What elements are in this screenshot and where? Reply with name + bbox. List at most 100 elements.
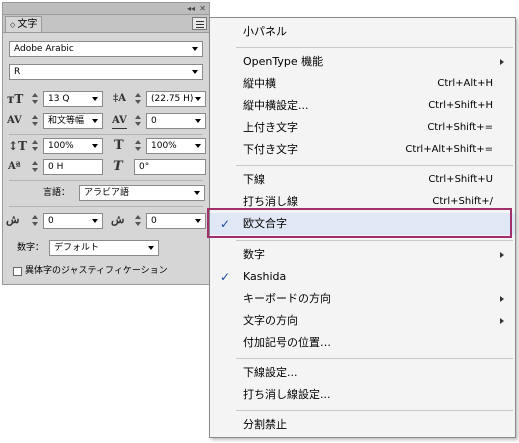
kashida-left-stepper[interactable] (31, 213, 39, 228)
font-style-select[interactable]: R (9, 64, 203, 80)
justification-label: 異体字のジャスティフィケーション (25, 266, 168, 276)
menu-item-underline-options[interactable]: 下線設定... (210, 362, 515, 384)
baseline-shift-icon: Aª (8, 161, 21, 172)
language-select[interactable]: アラビア語 (79, 185, 205, 201)
horizontal-scale-stepper[interactable] (134, 138, 142, 153)
kerning-stepper[interactable] (31, 113, 39, 128)
font-size-icon: ᴛT (7, 92, 24, 106)
baseline-shift-value: 0 H (48, 162, 64, 172)
font-size-field[interactable]: 13 Q (43, 91, 103, 107)
tracking-field[interactable]: 0 (146, 113, 206, 129)
leading-icon: ‡A (113, 93, 126, 104)
menu-item-tate-chu-yoko[interactable]: 縦中横 Ctrl+Alt+H (210, 73, 515, 95)
skew-field[interactable]: 0° (134, 159, 206, 175)
font-family-select[interactable]: Adobe Arabic (9, 41, 203, 57)
chevron-down-icon (92, 144, 98, 148)
leading-field[interactable]: (22.75 H) (146, 91, 206, 107)
panel-titlebar[interactable]: ◂◂ ✕ (3, 3, 209, 15)
menu-item-label: 数字 (243, 248, 265, 261)
horizontal-scale-icon: T (114, 138, 124, 153)
menu-item-superscript[interactable]: 上付き文字 Ctrl+Shift+= (210, 117, 515, 139)
menu-item-label: 下付き文字 (243, 143, 298, 156)
font-family-value: Adobe Arabic (14, 44, 74, 54)
menu-item-character-direction[interactable]: 文字の方向 (210, 310, 515, 332)
collapse-icon[interactable]: ◂◂ (187, 3, 195, 14)
kashida-left-field[interactable]: 0 (43, 213, 103, 229)
menu-item-shortcut: Ctrl+Shift+U (428, 174, 493, 185)
vertical-scale-stepper[interactable] (31, 138, 39, 153)
menu-item-shortcut: Ctrl+Shift+= (427, 122, 493, 133)
menu-item-shortcut: Ctrl+Alt+H (437, 78, 493, 89)
chevron-down-icon (192, 47, 198, 51)
menu-item-label: 縦中横設定... (243, 99, 309, 112)
kerning-value: 和文等幅 (48, 116, 85, 126)
skew-value: 0° (139, 162, 150, 172)
menu-item-small-panel[interactable]: 小パネル (210, 21, 515, 43)
leading-stepper[interactable] (134, 91, 142, 106)
menu-item-digits[interactable]: 数字 (210, 244, 515, 266)
menu-item-label: 下線 (243, 173, 265, 186)
menu-item-keyboard-direction[interactable]: キーボードの方向 (210, 288, 515, 310)
tab-label: 文字 (17, 19, 38, 30)
menu-item-opentype[interactable]: OpenType 機能 (210, 51, 515, 73)
submenu-arrow-icon (500, 318, 504, 324)
character-panel: ◂◂ ✕ ◇ 文字 Adobe Arabic R ᴛT 13 Q ‡A (22.7… (2, 2, 210, 285)
submenu-arrow-icon (500, 59, 504, 65)
kashida-right-value: 0 (151, 216, 157, 226)
horizontal-scale-field[interactable]: 100% (146, 138, 206, 154)
panel-tab-row: ◇ 文字 (3, 15, 209, 33)
vertical-scale-field[interactable]: 100% (43, 138, 103, 154)
kashida-alt-icon: ش (111, 213, 125, 226)
menu-item-label: 下線設定... (243, 366, 298, 379)
menu-item-shortcut: Ctrl+Alt+Shift+= (405, 144, 493, 155)
highlight-frame (207, 208, 512, 238)
menu-item-no-break[interactable]: 分割禁止 (210, 414, 515, 436)
chevron-down-icon (195, 97, 201, 101)
chevron-down-icon (195, 119, 201, 123)
vertical-scale-value: 100% (48, 141, 74, 151)
menu-item-label: 文字の方向 (243, 314, 298, 327)
kashida-right-field[interactable]: 0 (146, 213, 206, 229)
menu-item-label: Kashida (243, 270, 287, 283)
tracking-icon: AV (112, 114, 127, 129)
menu-item-kashida[interactable]: ✓ Kashida (210, 266, 515, 288)
divider (9, 134, 203, 135)
kerning-icon: AV (7, 115, 22, 126)
submenu-arrow-icon (500, 252, 504, 258)
menu-item-strikethrough-options[interactable]: 打ち消し線設定... (210, 384, 515, 406)
baseline-shift-field[interactable]: 0 H (43, 159, 103, 175)
menu-item-label: 上付き文字 (243, 121, 298, 134)
menu-item-label: 縦中横 (243, 77, 276, 90)
kerning-field[interactable]: 和文等幅 (43, 113, 103, 129)
font-style-value: R (14, 67, 21, 77)
horizontal-scale-value: 100% (151, 141, 177, 151)
close-icon[interactable]: ✕ (199, 3, 206, 14)
menu-item-diacritic-position[interactable]: 付加記号の位置… (210, 332, 515, 354)
vertical-scale-icon: ↕T (8, 139, 27, 153)
menu-separator (236, 165, 513, 166)
menu-separator (236, 358, 513, 359)
menu-item-tate-chu-yoko-settings[interactable]: 縦中横設定... Ctrl+Shift+H (210, 95, 515, 117)
panel-menu-button[interactable] (192, 17, 207, 30)
language-label: 言語： (43, 188, 71, 198)
menu-separator (236, 240, 513, 241)
menu-item-underline[interactable]: 下線 Ctrl+Shift+U (210, 169, 515, 191)
justification-checkbox[interactable] (13, 267, 22, 276)
chevron-down-icon (192, 70, 198, 74)
font-size-stepper[interactable] (31, 91, 39, 106)
skew-icon: T (113, 159, 123, 174)
kashida-right-stepper[interactable] (134, 213, 142, 228)
submenu-arrow-icon (500, 296, 504, 302)
tab-toggle-icon[interactable]: ◇ (10, 21, 15, 29)
leading-value: (22.75 H) (151, 94, 194, 104)
tracking-value: 0 (151, 116, 157, 126)
baseline-shift-stepper[interactable] (31, 159, 39, 174)
menu-item-subscript[interactable]: 下付き文字 Ctrl+Alt+Shift+= (210, 139, 515, 161)
divider (9, 180, 203, 181)
digits-select[interactable]: デフォルト (49, 240, 159, 256)
menu-separator (236, 47, 513, 48)
menu-item-shortcut: Ctrl+Shift+H (428, 100, 493, 111)
tab-character[interactable]: ◇ 文字 (5, 16, 43, 32)
tracking-stepper[interactable] (134, 113, 142, 128)
divider (9, 206, 203, 207)
